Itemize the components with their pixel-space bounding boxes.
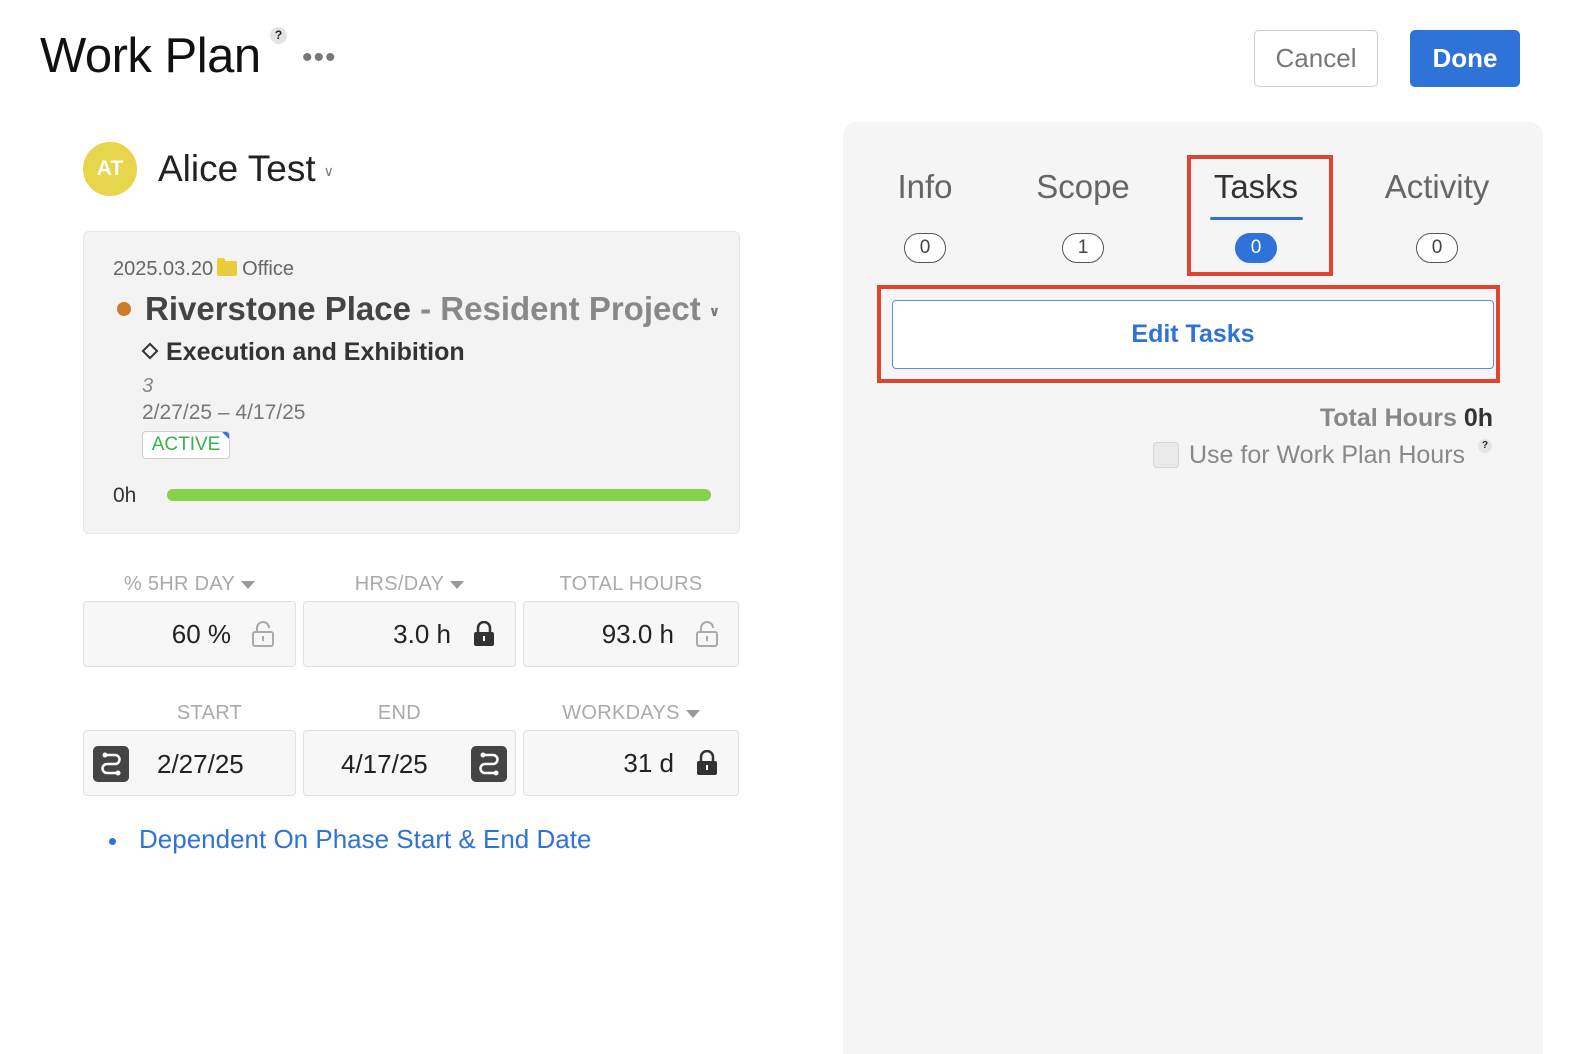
pct-day-label[interactable]: % 5HR DAY bbox=[83, 573, 296, 596]
tab-activity-count: 0 bbox=[1416, 233, 1458, 263]
progress-bar-fill bbox=[167, 489, 711, 501]
end-date-value: 4/17/25 bbox=[341, 749, 428, 779]
workdays-label-text: WORKDAYS bbox=[562, 702, 680, 724]
tab-info-label: Info bbox=[897, 168, 953, 205]
tab-activity-label: Activity bbox=[1384, 168, 1490, 205]
help-icon[interactable]: ? bbox=[1478, 439, 1492, 453]
project-meta: 2025.03.20 Office bbox=[113, 258, 294, 281]
chevron-down-icon: ∨ bbox=[323, 162, 334, 179]
tab-scope-count: 1 bbox=[1062, 233, 1104, 263]
lock-icon[interactable] bbox=[473, 621, 495, 647]
total-hours-label: TOTAL HOURS bbox=[559, 573, 703, 595]
total-hours-field[interactable]: 93.0 h bbox=[523, 601, 739, 667]
total-hours-summary-value: 0h bbox=[1463, 404, 1493, 432]
tasks-tab-highlight bbox=[1187, 155, 1333, 276]
project-selector[interactable]: Riverstone Place - Resident Project ∨ bbox=[145, 290, 720, 328]
project-subtitle: - Resident Project bbox=[420, 290, 701, 327]
caret-down-icon bbox=[241, 580, 256, 589]
tab-info-count: 0 bbox=[904, 233, 946, 263]
member-selector[interactable]: Alice Test ∨ bbox=[158, 148, 334, 190]
start-date-field[interactable]: 2/27/25 bbox=[83, 730, 296, 796]
hrs-day-field[interactable]: 3.0 h bbox=[303, 601, 516, 667]
tab-scope-label: Scope bbox=[1036, 168, 1130, 205]
phase-diamond-icon bbox=[141, 342, 159, 360]
total-hours-value: 93.0 h bbox=[601, 619, 674, 649]
project-name: Riverstone Place bbox=[145, 290, 411, 327]
start-label: START bbox=[176, 702, 243, 724]
page-title: Work Plan bbox=[40, 29, 261, 83]
dependency-icon[interactable] bbox=[471, 746, 507, 782]
workdays-value: 31 d bbox=[623, 748, 674, 778]
hours-label: 0h bbox=[113, 484, 137, 507]
done-button[interactable]: Done bbox=[1410, 30, 1520, 87]
edit-tasks-highlight bbox=[877, 285, 1500, 383]
badge-corner-icon bbox=[221, 432, 229, 440]
avatar: AT bbox=[83, 142, 137, 196]
help-icon[interactable]: ? bbox=[270, 27, 287, 44]
pct-day-value: 60 % bbox=[171, 619, 231, 649]
status-label: ACTIVE bbox=[151, 434, 221, 455]
end-label: END bbox=[377, 702, 422, 724]
member-name: Alice Test bbox=[158, 148, 316, 189]
workdays-label[interactable]: WORKDAYS bbox=[523, 702, 739, 725]
unlocked-icon[interactable] bbox=[696, 621, 718, 647]
phase: Execution and Exhibition bbox=[140, 338, 465, 367]
unlocked-icon[interactable] bbox=[252, 621, 274, 647]
project-date: 2025.03.20 bbox=[113, 258, 214, 280]
tab-activity[interactable]: Activity bbox=[1371, 168, 1503, 206]
caret-down-icon bbox=[450, 580, 465, 589]
tab-scope[interactable]: Scope bbox=[1025, 168, 1141, 206]
progress-bar bbox=[167, 489, 711, 501]
dependency-link[interactable]: Dependent On Phase Start & End Date bbox=[139, 824, 591, 855]
caret-down-icon bbox=[685, 709, 700, 718]
pct-day-label-text: % 5HR DAY bbox=[123, 573, 236, 595]
tab-info[interactable]: Info bbox=[875, 168, 975, 206]
chevron-down-icon: ∨ bbox=[708, 302, 721, 319]
end-date-field[interactable]: 4/17/25 bbox=[303, 730, 516, 796]
phase-number: 3 bbox=[142, 375, 154, 397]
hrs-day-value: 3.0 h bbox=[393, 619, 451, 649]
hrs-day-label-text: HRS/DAY bbox=[354, 573, 445, 595]
total-hours-summary: Total Hours 0h bbox=[1320, 404, 1493, 433]
project-folder: Office bbox=[242, 258, 294, 280]
phase-dates: 2/27/25 – 4/17/25 bbox=[142, 401, 306, 424]
use-for-work-plan-checkbox[interactable] bbox=[1153, 442, 1179, 468]
total-hours-summary-label: Total Hours bbox=[1319, 404, 1457, 432]
phase-name: Execution and Exhibition bbox=[166, 338, 465, 366]
bullet-icon bbox=[109, 838, 116, 845]
folder-icon bbox=[217, 258, 238, 276]
dependency-icon[interactable] bbox=[93, 746, 129, 782]
hrs-day-label[interactable]: HRS/DAY bbox=[303, 573, 516, 596]
more-options-icon[interactable]: ••• bbox=[302, 41, 337, 75]
lock-icon[interactable] bbox=[696, 750, 718, 776]
use-for-work-plan-label: Use for Work Plan Hours bbox=[1189, 441, 1466, 469]
start-date-value: 2/27/25 bbox=[157, 749, 244, 779]
workdays-field[interactable]: 31 d bbox=[523, 730, 739, 796]
status-badge: ACTIVE bbox=[142, 431, 230, 459]
cancel-button[interactable]: Cancel bbox=[1254, 30, 1378, 87]
project-color-dot bbox=[117, 302, 131, 316]
pct-day-field[interactable]: 60 % bbox=[83, 601, 296, 667]
